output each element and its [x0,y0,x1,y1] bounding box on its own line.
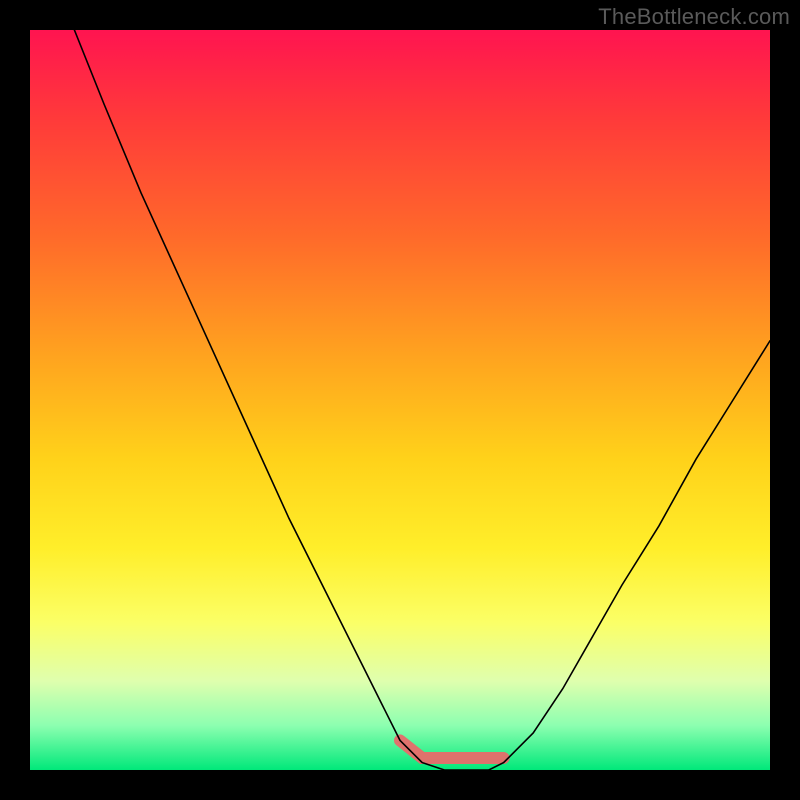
bottleneck-curve-line [74,30,770,770]
chart-frame: TheBottleneck.com [0,0,800,800]
watermark-label: TheBottleneck.com [598,4,790,30]
bottleneck-curve-svg [30,30,770,770]
plot-area [30,30,770,770]
